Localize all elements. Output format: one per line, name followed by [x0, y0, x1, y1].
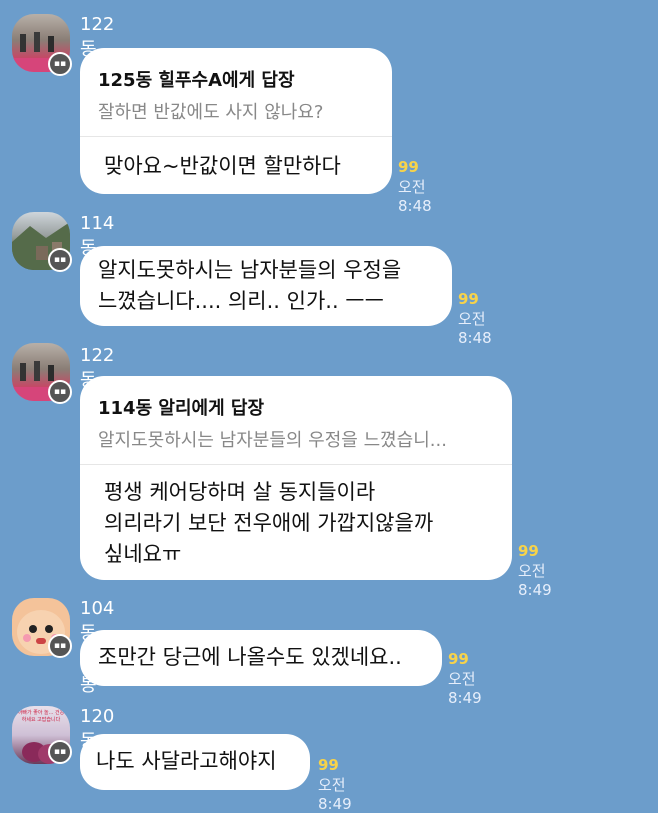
- message-meta: 99 오전 8:49: [448, 650, 482, 707]
- message-bubble[interactable]: 나도 사달라고해야지: [80, 734, 310, 790]
- timestamp: 오전 8:49: [318, 776, 352, 813]
- message-text: 맞아요~반값이면 할만하다: [104, 154, 341, 178]
- reply-preview[interactable]: 114동 알리에게 답장 알지도못하시는 남자분들의 우정을 느꼈습니...: [80, 376, 512, 465]
- message-meta: 99 오전 8:48: [458, 290, 492, 347]
- message-text: 평생 케어당하며 살 동지들이라 의리라기 보단 전우애에 가깝지않을까 싶네요…: [104, 480, 434, 566]
- timestamp: 오전 8:49: [448, 670, 482, 707]
- reply-quote: 잘하면 반값에도 사지 않나요?: [98, 102, 324, 123]
- reply-target: 114동 알리에게 답장: [98, 398, 265, 419]
- unread-count: 99: [318, 756, 339, 774]
- message-meta: 99 오전 8:49: [318, 756, 352, 813]
- menu-badge-icon: ▪▪: [48, 634, 72, 658]
- unread-count: 99: [448, 650, 469, 668]
- timestamp: 오전 8:48: [458, 310, 492, 347]
- timestamp: 오전 8:48: [398, 178, 432, 215]
- reply-preview[interactable]: 125동 힐푸수A에게 답장 잘하면 반값에도 사지 않나요?: [80, 48, 392, 137]
- avatar-caption: 아빠가 좋아 놀... 건강하세요 고맙습니다: [17, 710, 65, 723]
- message-bubble[interactable]: 조만간 당근에 나올수도 있겠네요..: [80, 630, 442, 686]
- timestamp: 오전 8:49: [518, 562, 552, 599]
- message-meta: 99 오전 8:49: [518, 542, 552, 599]
- unread-count: 99: [398, 158, 419, 176]
- menu-badge-icon: ▪▪: [48, 52, 72, 76]
- message-bubble[interactable]: 114동 알리에게 답장 알지도못하시는 남자분들의 우정을 느꼈습니... 평…: [80, 376, 512, 580]
- unread-count: 99: [518, 542, 539, 560]
- menu-badge-icon: ▪▪: [48, 248, 72, 272]
- menu-badge-icon: ▪▪: [48, 380, 72, 404]
- message-text: 조만간 당근에 나올수도 있겠네요..: [98, 645, 402, 669]
- message-text: 나도 사달라고해야지: [96, 749, 277, 773]
- message-meta: 99 오전 8:48: [398, 158, 432, 215]
- reply-target: 125동 힐푸수A에게 답장: [98, 70, 295, 91]
- message-bubble[interactable]: 125동 힐푸수A에게 답장 잘하면 반값에도 사지 않나요? 맞아요~반값이면…: [80, 48, 392, 194]
- chat-room: { "messages":[ {"sender":"122동 UDT","rep…: [0, 0, 658, 813]
- message-text: 알지도못하시는 남자분들의 우정을 느꼈습니다.... 의리.. 인가.. ㅡㅡ: [98, 258, 402, 313]
- message-bubble[interactable]: 알지도못하시는 남자분들의 우정을 느꼈습니다.... 의리.. 인가.. ㅡㅡ: [80, 246, 452, 326]
- unread-count: 99: [458, 290, 479, 308]
- reply-quote: 알지도못하시는 남자분들의 우정을 느꼈습니...: [98, 430, 447, 451]
- menu-badge-icon: ▪▪: [48, 740, 72, 764]
